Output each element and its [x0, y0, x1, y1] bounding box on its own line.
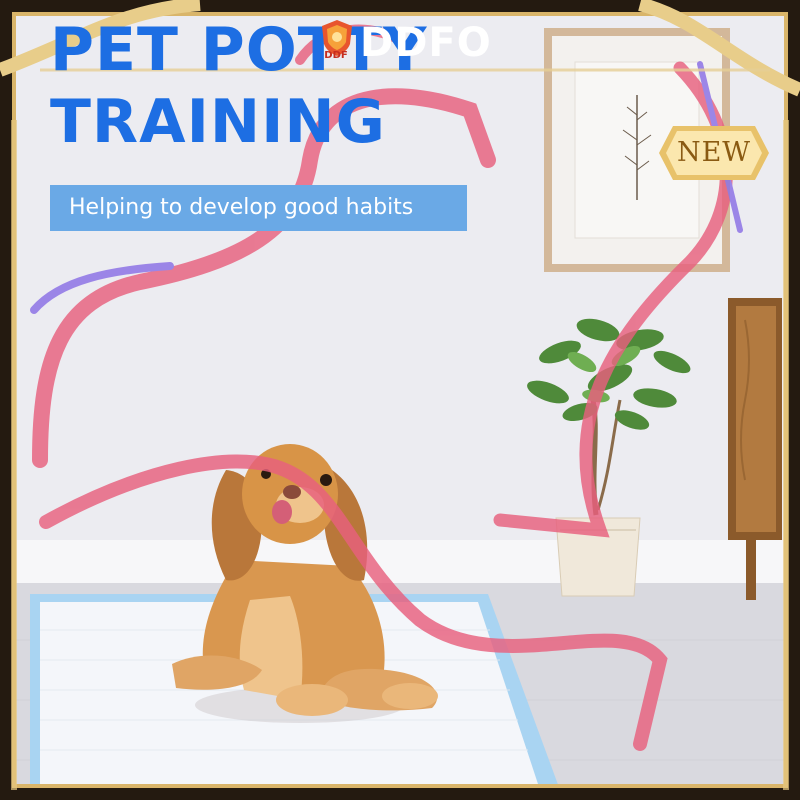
brand-logo: DDF DDFO [314, 12, 514, 68]
new-badge: NEW [659, 124, 769, 182]
brand-crest-label: DDF [324, 50, 348, 61]
new-badge-label: NEW [676, 137, 752, 168]
brand-name: DDFO [360, 20, 492, 66]
headline-line-2: TRAINING [50, 87, 386, 157]
product-image: PET POTTY TRAINING Helping to develop go… [0, 0, 800, 800]
tagline-banner: Helping to develop good habits [50, 185, 467, 231]
